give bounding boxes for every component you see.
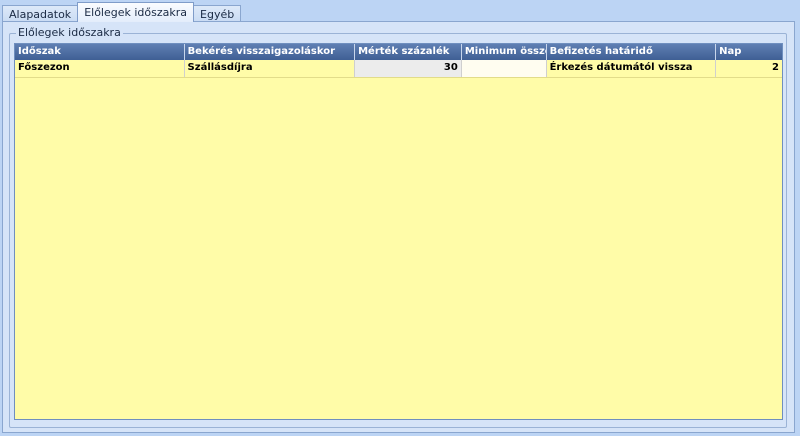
tab-elolegek-idoszakra[interactable]: Előlegek időszakra [77,2,195,22]
cell-idoszak[interactable]: Főszezon [15,60,185,77]
cell-bekeres[interactable]: Szállásdíjra [184,60,356,77]
column-header-minimum-osszeg[interactable]: Minimum összeg [462,44,547,60]
tab-strip: Alapadatok Előlegek időszakra Egyéb [2,2,242,22]
cell-befizetes-hatarido[interactable]: Érkezés dátumától vissza [546,60,717,77]
advance-payment-grid[interactable]: Időszak Bekérés visszaigazoláskor Mérték… [14,43,783,420]
tab-egyeb[interactable]: Egyéb [193,5,242,22]
column-header-nap[interactable]: Nap [716,44,782,60]
cell-nap[interactable]: 2 [716,60,782,77]
app-window: Alapadatok Előlegek időszakra Egyéb Elől… [0,0,800,436]
column-header-idoszak[interactable]: Időszak [15,44,185,60]
column-header-befizetes-hatarido[interactable]: Befizetés határidő [547,44,717,60]
tab-alapadatok[interactable]: Alapadatok [2,5,79,22]
cell-minimum-osszeg[interactable] [461,60,547,77]
groupbox-title: Előlegek időszakra [16,26,123,40]
column-header-mertek-szazalek[interactable]: Mérték százalék [355,44,462,60]
cell-mertek-szazalek[interactable]: 30 [355,60,462,77]
tab-panel: Előlegek időszakra Időszak Bekérés vissz… [2,21,795,433]
table-row[interactable]: Főszezon Szállásdíjra 30 Érkezés dátumát… [15,60,782,78]
column-header-bekeres[interactable]: Bekérés visszaigazoláskor [185,44,356,60]
grid-header: Időszak Bekérés visszaigazoláskor Mérték… [15,44,782,60]
advance-payment-groupbox: Előlegek időszakra Időszak Bekérés vissz… [9,26,787,428]
